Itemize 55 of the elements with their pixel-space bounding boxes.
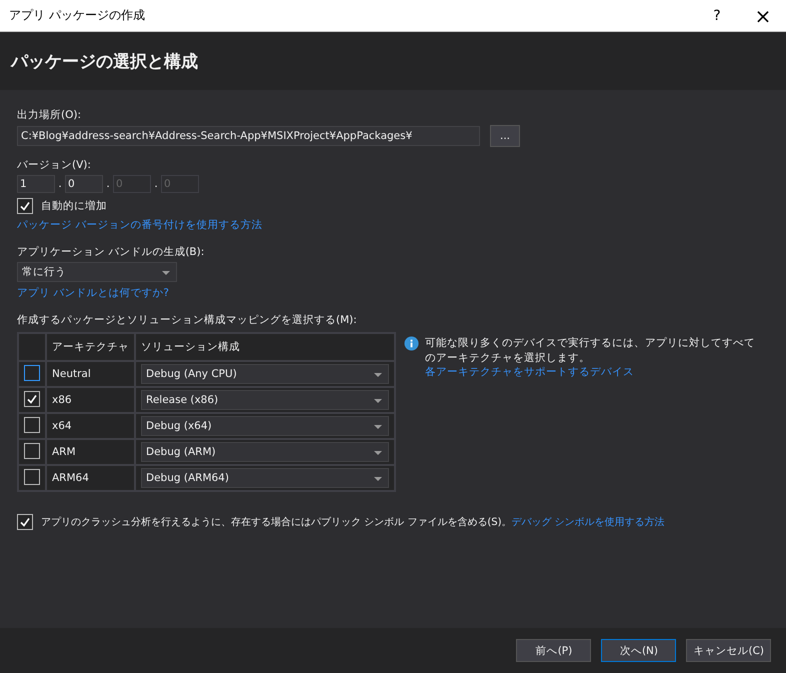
check-icon [18,515,32,529]
architecture-checkbox[interactable] [24,416,40,432]
caret-icon [374,399,382,403]
version-field[interactable]: 0 [65,175,103,193]
auto-increment-label: 自動的に増加 [41,199,107,213]
architecture-cell: x64 [46,413,135,439]
check-icon [25,392,39,406]
version-help-link[interactable]: パッケージ バージョンの番号付けを使用する方法 [17,218,262,232]
mapping-label: 作成するパッケージとソリューション構成マッピングを選択する(M): [17,313,357,327]
nav-button[interactable]: 次へ(N) [601,639,676,662]
window-title: アプリ パッケージの作成 [9,7,146,24]
caret-icon [374,373,382,377]
nav-button[interactable]: 前へ(P) [516,639,592,662]
browse-button[interactable]: ... [490,125,520,147]
help-button[interactable]: ? [694,0,740,31]
architecture-checkbox[interactable] [24,468,40,484]
symbols-label: アプリのクラッシュ分析を行えるように、存在する場合にはパブリック シンボル ファイルを含める(S)。デバッグ シンボルを使用する方法 [41,516,665,529]
close-button[interactable]: × [740,0,786,31]
configuration-dropdown[interactable]: Debug (Any CPU) [141,364,389,384]
auto-increment-checkbox[interactable] [17,198,33,214]
caret-icon [374,477,382,481]
column-header: アーキテクチャ [46,333,135,361]
architecture-cell: x86 [46,387,135,413]
version-label: バージョン(V): [17,158,91,172]
check-icon [18,199,32,213]
architecture-checkbox[interactable] [24,364,40,380]
architecture-checkbox[interactable] [24,391,40,407]
bundle-dropdown[interactable]: 常に行う [17,262,177,282]
info-text: 可能な限り多くのデバイスで実行するには、アプリに対してすべてのアーキテクチャを選択します。 各アーキテクチャをサポートするデバイス [425,336,756,380]
configuration-dropdown[interactable]: Debug (x64) [141,416,389,436]
version-field[interactable]: 1 [17,175,55,193]
version-separator: . [153,178,159,190]
symbols-help-link[interactable]: デバッグ シンボルを使用する方法 [512,517,665,528]
configuration-dropdown[interactable]: Debug (ARM) [141,442,389,462]
info-icon [404,336,419,351]
bundle-label: アプリケーション バンドルの生成(B): [17,245,204,259]
caret-icon [374,425,382,429]
output-label: 出力場所(O): [17,108,81,122]
bundle-help-link[interactable]: アプリ バンドルとは何ですか? [17,286,169,300]
architecture-cell: ARM64 [46,465,135,491]
version-separator: . [57,178,63,190]
nav-button[interactable]: キャンセル(C) [686,639,771,662]
column-header: ソリューション構成 [135,333,395,361]
configuration-dropdown[interactable]: Debug (ARM64) [141,468,389,488]
architecture-cell: Neutral [46,361,135,387]
output-path-field[interactable]: C:¥Blog¥address-search¥Address-Search-App¥MSIXProject¥AppPackages¥ [17,126,480,146]
symbols-checkbox[interactable] [17,514,33,530]
page-heading: パッケージの選択と構成 [11,50,198,72]
caret-icon [374,451,382,455]
architecture-cell: ARM [46,439,135,465]
caret-icon [162,271,170,275]
version-separator: . [105,178,111,190]
devices-link[interactable]: 各アーキテクチャをサポートするデバイス [425,366,634,378]
configuration-dropdown[interactable]: Release (x86) [141,390,389,410]
architecture-checkbox[interactable] [24,442,40,458]
